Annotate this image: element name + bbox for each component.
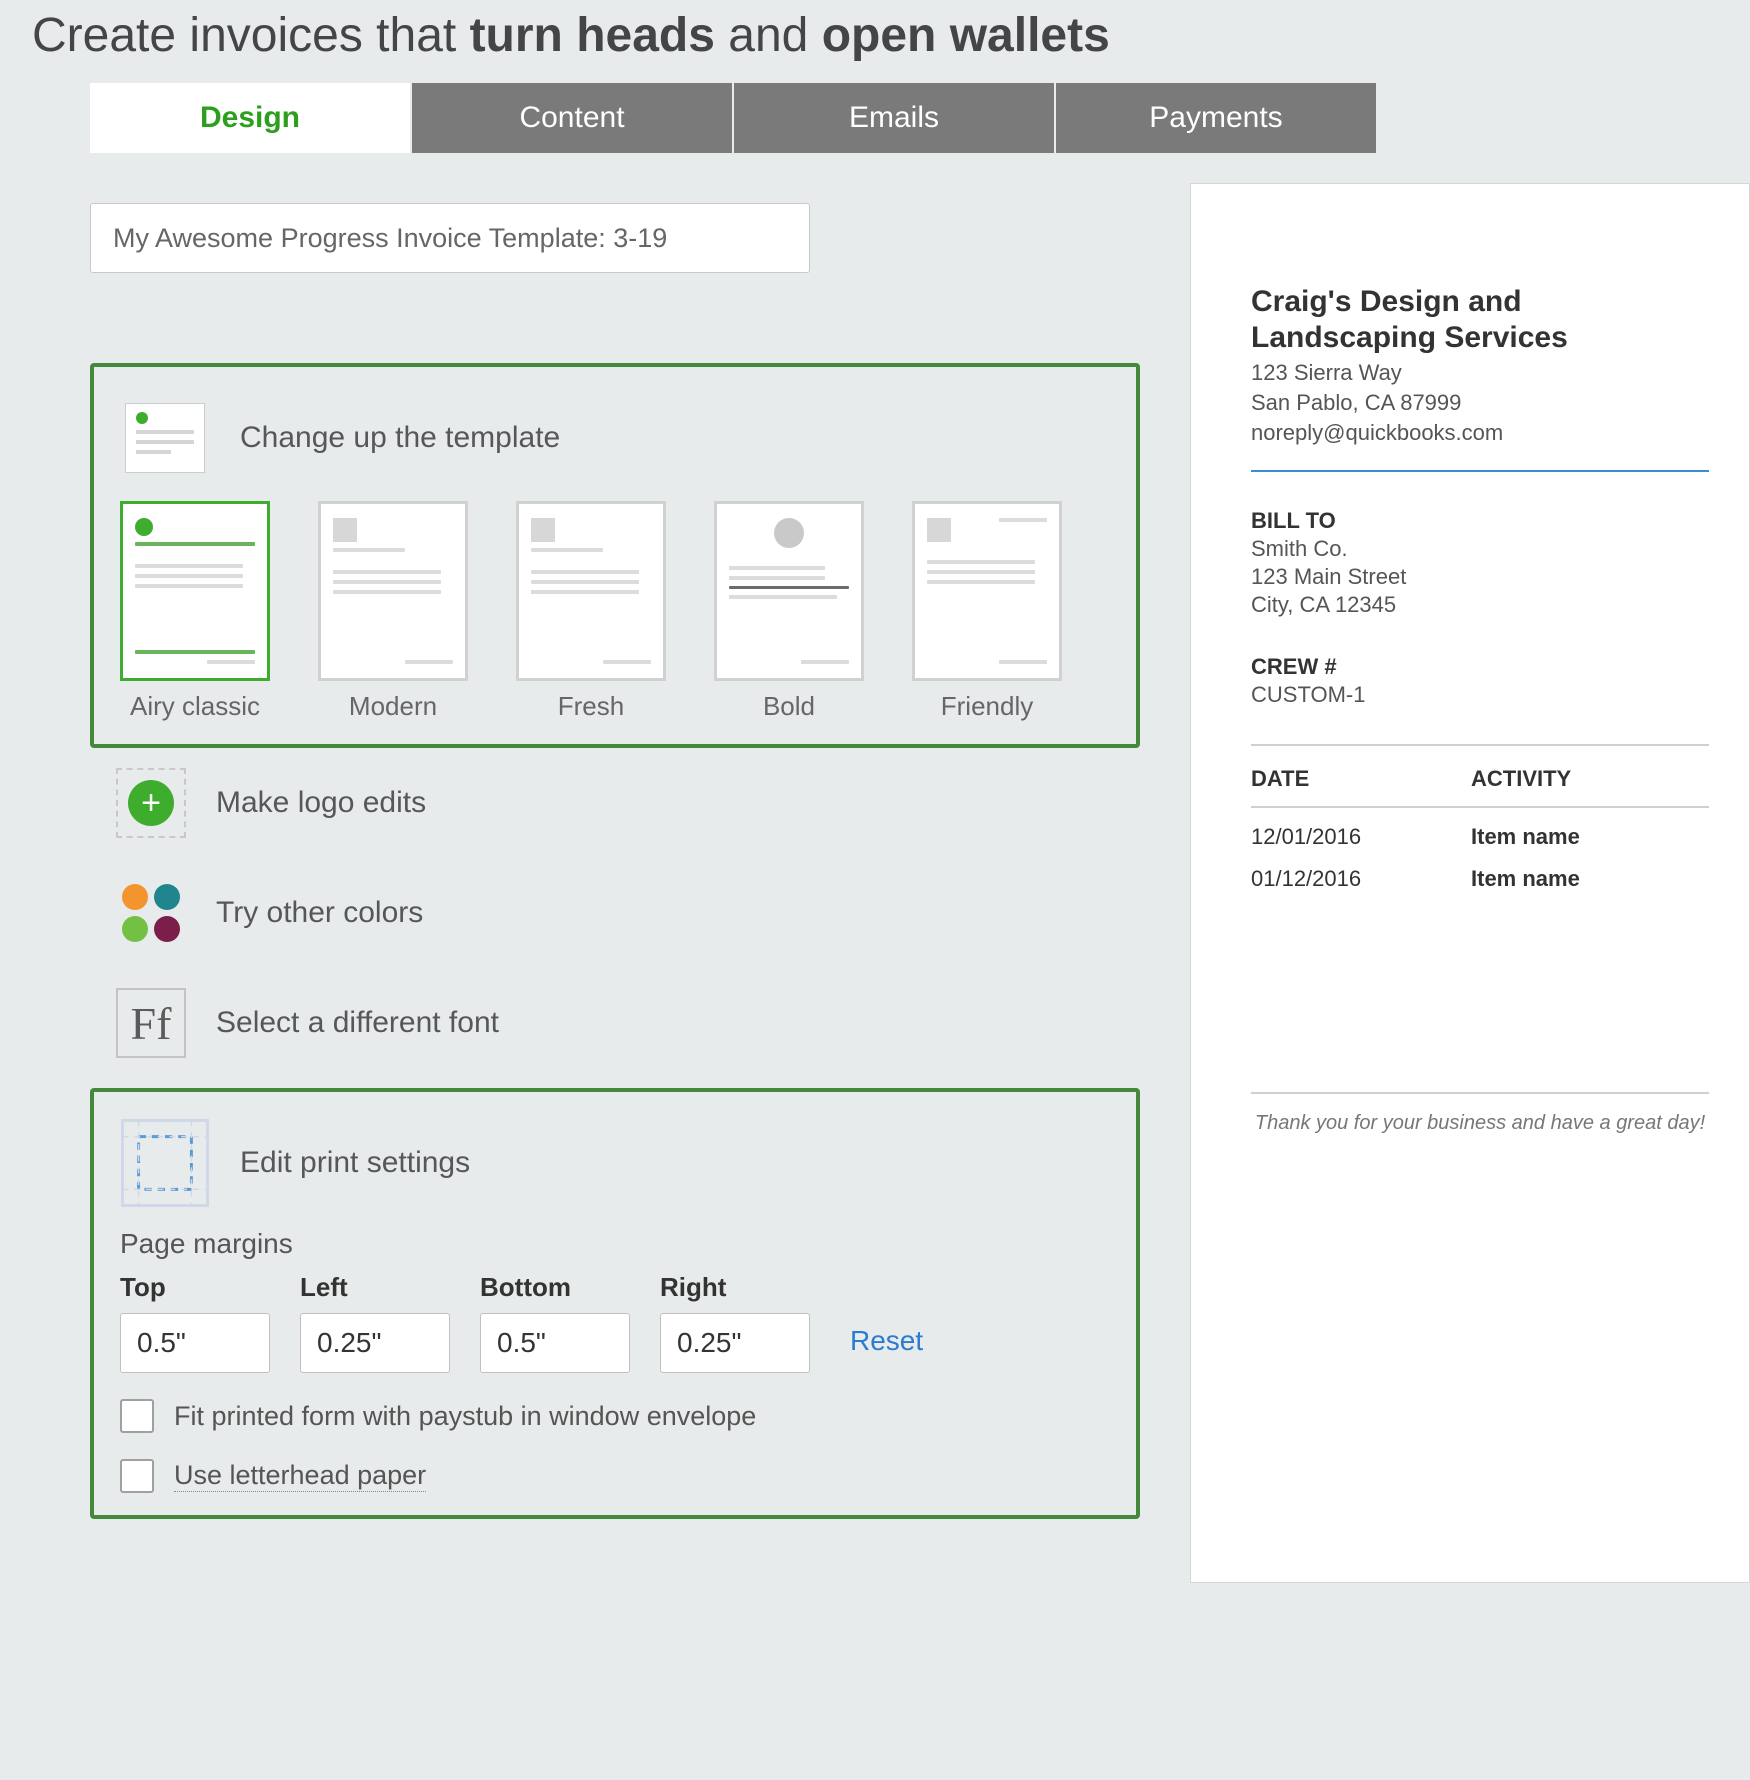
letterhead-label: Use letterhead paper [174, 1460, 426, 1492]
template-doc-icon [120, 393, 210, 483]
tab-content[interactable]: Content [412, 83, 732, 153]
preview-company-name: Craig's Design and Landscaping Services [1251, 284, 1709, 356]
preview-row-activity: Item name [1471, 866, 1709, 892]
page-margins-icon [120, 1118, 210, 1208]
font-icon: Ff [116, 988, 186, 1058]
print-settings-label: Edit print settings [240, 1146, 470, 1180]
checkbox-use-letterhead[interactable] [120, 1459, 154, 1493]
margin-left-label: Left [300, 1272, 450, 1303]
template-modern-caption: Modern [349, 691, 437, 722]
color-palette-icon [116, 878, 186, 948]
page-title-a: Create invoices that [32, 9, 470, 62]
preview-bill-name: Smith Co. [1251, 536, 1709, 562]
margin-top-label: Top [120, 1272, 270, 1303]
preview-col-activity: ACTIVITY [1471, 766, 1709, 792]
add-logo-icon: + [116, 768, 186, 838]
divider-icon [1251, 470, 1709, 472]
page-title-d: open wallets [822, 9, 1110, 62]
change-template-label: Change up the template [240, 421, 560, 455]
option-make-logo-edits[interactable]: + Make logo edits [90, 748, 1140, 858]
preview-crew-label: CREW # [1251, 654, 1709, 680]
option-try-other-colors[interactable]: Try other colors [90, 858, 1140, 968]
option-select-font[interactable]: Ff Select a different font [90, 968, 1140, 1078]
template-bold-caption: Bold [763, 691, 815, 722]
colors-label: Try other colors [216, 896, 423, 930]
tabs: Design Content Emails Payments [0, 83, 1750, 153]
checkbox-fit-window-envelope[interactable] [120, 1399, 154, 1433]
section-print-settings: Edit print settings Page margins Top Lef… [90, 1088, 1140, 1519]
page-margins-heading: Page margins [120, 1228, 1110, 1260]
preview-crew-value: CUSTOM-1 [1251, 682, 1709, 708]
page-title: Create invoices that turn heads and open… [0, 0, 1750, 83]
template-name-input[interactable] [90, 203, 810, 273]
preview-thank-you: Thank you for your business and have a g… [1251, 1112, 1709, 1135]
preview-row-date: 01/12/2016 [1251, 866, 1471, 892]
preview-bill-addr1: 123 Main Street [1251, 564, 1709, 590]
page-title-b: turn heads [470, 9, 715, 62]
preview-bill-to-label: BILL TO [1251, 508, 1709, 534]
template-airy-caption: Airy classic [130, 691, 260, 722]
tab-payments[interactable]: Payments [1056, 83, 1376, 153]
divider-icon [1251, 744, 1709, 746]
template-fresh-caption: Fresh [558, 691, 624, 722]
margin-right-input[interactable] [660, 1313, 810, 1373]
margin-top-input[interactable] [120, 1313, 270, 1373]
reset-margins-link[interactable]: Reset [850, 1325, 923, 1373]
divider-icon [1251, 1092, 1709, 1094]
font-label: Select a different font [216, 1006, 499, 1040]
template-bold[interactable]: Bold [714, 501, 864, 722]
fit-window-label: Fit printed form with paystub in window … [174, 1401, 756, 1432]
template-friendly[interactable]: Friendly [912, 501, 1062, 722]
page-title-c: and [715, 9, 822, 62]
tab-design[interactable]: Design [90, 83, 410, 153]
preview-email: noreply@quickbooks.com [1251, 420, 1709, 446]
preview-row-date: 12/01/2016 [1251, 824, 1471, 850]
margin-bottom-input[interactable] [480, 1313, 630, 1373]
template-friendly-caption: Friendly [941, 691, 1033, 722]
preview-col-date: DATE [1251, 766, 1471, 792]
logo-label: Make logo edits [216, 786, 426, 820]
template-modern[interactable]: Modern [318, 501, 468, 722]
preview-row-activity: Item name [1471, 824, 1709, 850]
template-airy-classic[interactable]: Airy classic [120, 501, 270, 722]
invoice-preview: Craig's Design and Landscaping Services … [1190, 183, 1750, 1583]
margin-left-input[interactable] [300, 1313, 450, 1373]
margin-right-label: Right [660, 1272, 810, 1303]
preview-addr2: San Pablo, CA 87999 [1251, 390, 1709, 416]
preview-addr1: 123 Sierra Way [1251, 360, 1709, 386]
divider-icon [1251, 806, 1709, 808]
preview-bill-addr2: City, CA 12345 [1251, 592, 1709, 618]
template-fresh[interactable]: Fresh [516, 501, 666, 722]
section-change-template: Change up the template Airy [90, 363, 1140, 748]
tab-emails[interactable]: Emails [734, 83, 1054, 153]
margin-bottom-label: Bottom [480, 1272, 630, 1303]
